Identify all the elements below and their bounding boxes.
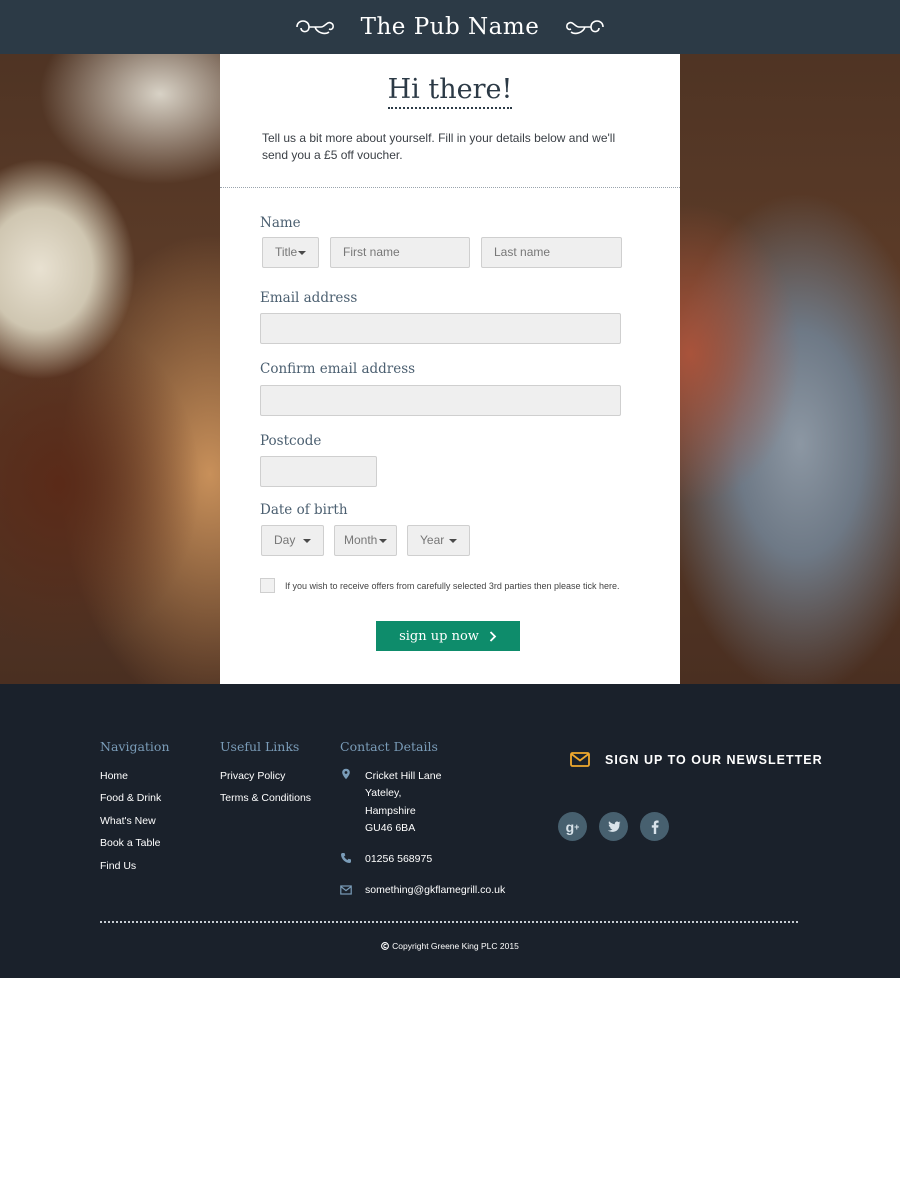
divider <box>220 187 680 188</box>
site-footer: Navigation Home Food & Drink What's New … <box>0 684 900 978</box>
footer-nav-food-drink[interactable]: Food & Drink <box>100 792 161 804</box>
copyright-icon <box>381 942 390 950</box>
footer-nav-find-us[interactable]: Find Us <box>100 860 136 872</box>
map-pin-icon <box>342 768 350 780</box>
address-line: Hampshire <box>365 805 416 817</box>
signup-form-card: Hi there! Tell us a bit more about yours… <box>220 54 680 684</box>
chevron-right-icon <box>489 630 497 642</box>
footer-nav-book-table[interactable]: Book a Table <box>100 837 161 849</box>
month-select[interactable]: Month <box>334 525 397 556</box>
address-line: GU46 6BA <box>365 822 416 834</box>
footer-nav-home[interactable]: Home <box>100 770 128 782</box>
useful-links-heading: Useful Links <box>220 739 300 754</box>
envelope-icon <box>570 752 590 767</box>
form-intro: Tell us a bit more about yourself. Fill … <box>262 131 616 162</box>
third-party-consent-checkbox[interactable] <box>260 578 275 593</box>
contact-heading: Contact Details <box>340 739 438 754</box>
sign-up-button[interactable]: sign up now <box>376 621 520 651</box>
confirm-email-input[interactable] <box>260 385 621 416</box>
confirm-email-label: Confirm email address <box>260 361 416 377</box>
navigation-heading: Navigation <box>100 739 170 754</box>
email-label: Email address <box>260 290 358 306</box>
privacy-policy-link[interactable]: Privacy Policy <box>220 770 285 782</box>
site-title[interactable]: The Pub Name <box>361 14 540 40</box>
footer-divider <box>100 921 798 923</box>
chevron-down-icon <box>449 538 457 543</box>
site-header: The Pub Name <box>0 0 900 54</box>
flourish-left-icon <box>295 20 334 35</box>
postcode-label: Postcode <box>260 433 322 449</box>
chevron-down-icon <box>298 250 306 255</box>
day-select[interactable]: Day <box>261 525 324 556</box>
dob-label: Date of birth <box>260 502 348 518</box>
envelope-icon <box>340 885 352 895</box>
consent-text: If you wish to receive offers from caref… <box>285 581 620 591</box>
newsletter-signup[interactable]: SIGN UP TO OUR NEWSLETTER <box>570 752 823 767</box>
first-name-input[interactable]: First name <box>330 237 470 268</box>
phone-number[interactable]: 01256 568975 <box>365 853 432 865</box>
newsletter-label: SIGN UP TO OUR NEWSLETTER <box>605 752 823 767</box>
last-name-input[interactable]: Last name <box>481 237 622 268</box>
chevron-down-icon <box>379 538 387 543</box>
title-select[interactable]: Title <box>262 237 319 268</box>
twitter-icon[interactable] <box>599 812 628 841</box>
contact-email[interactable]: something@gkflamegrill.co.uk <box>365 884 505 896</box>
postcode-input[interactable] <box>260 456 377 487</box>
footer-nav-whats-new[interactable]: What's New <box>100 815 156 827</box>
flourish-right-icon <box>566 20 605 35</box>
phone-icon <box>341 853 351 863</box>
form-heading: Hi there! <box>387 74 513 109</box>
name-label: Name <box>260 215 301 231</box>
email-input[interactable] <box>260 313 621 344</box>
address-line: Cricket Hill Lane <box>365 770 442 782</box>
year-select[interactable]: Year <box>407 525 470 556</box>
terms-link[interactable]: Terms & Conditions <box>220 792 311 804</box>
facebook-icon[interactable] <box>640 812 669 841</box>
address-line: Yateley, <box>365 787 402 799</box>
copyright: Copyright Greene King PLC 2015 <box>0 941 900 951</box>
chevron-down-icon <box>303 538 311 543</box>
google-plus-icon[interactable]: g + <box>558 812 587 841</box>
